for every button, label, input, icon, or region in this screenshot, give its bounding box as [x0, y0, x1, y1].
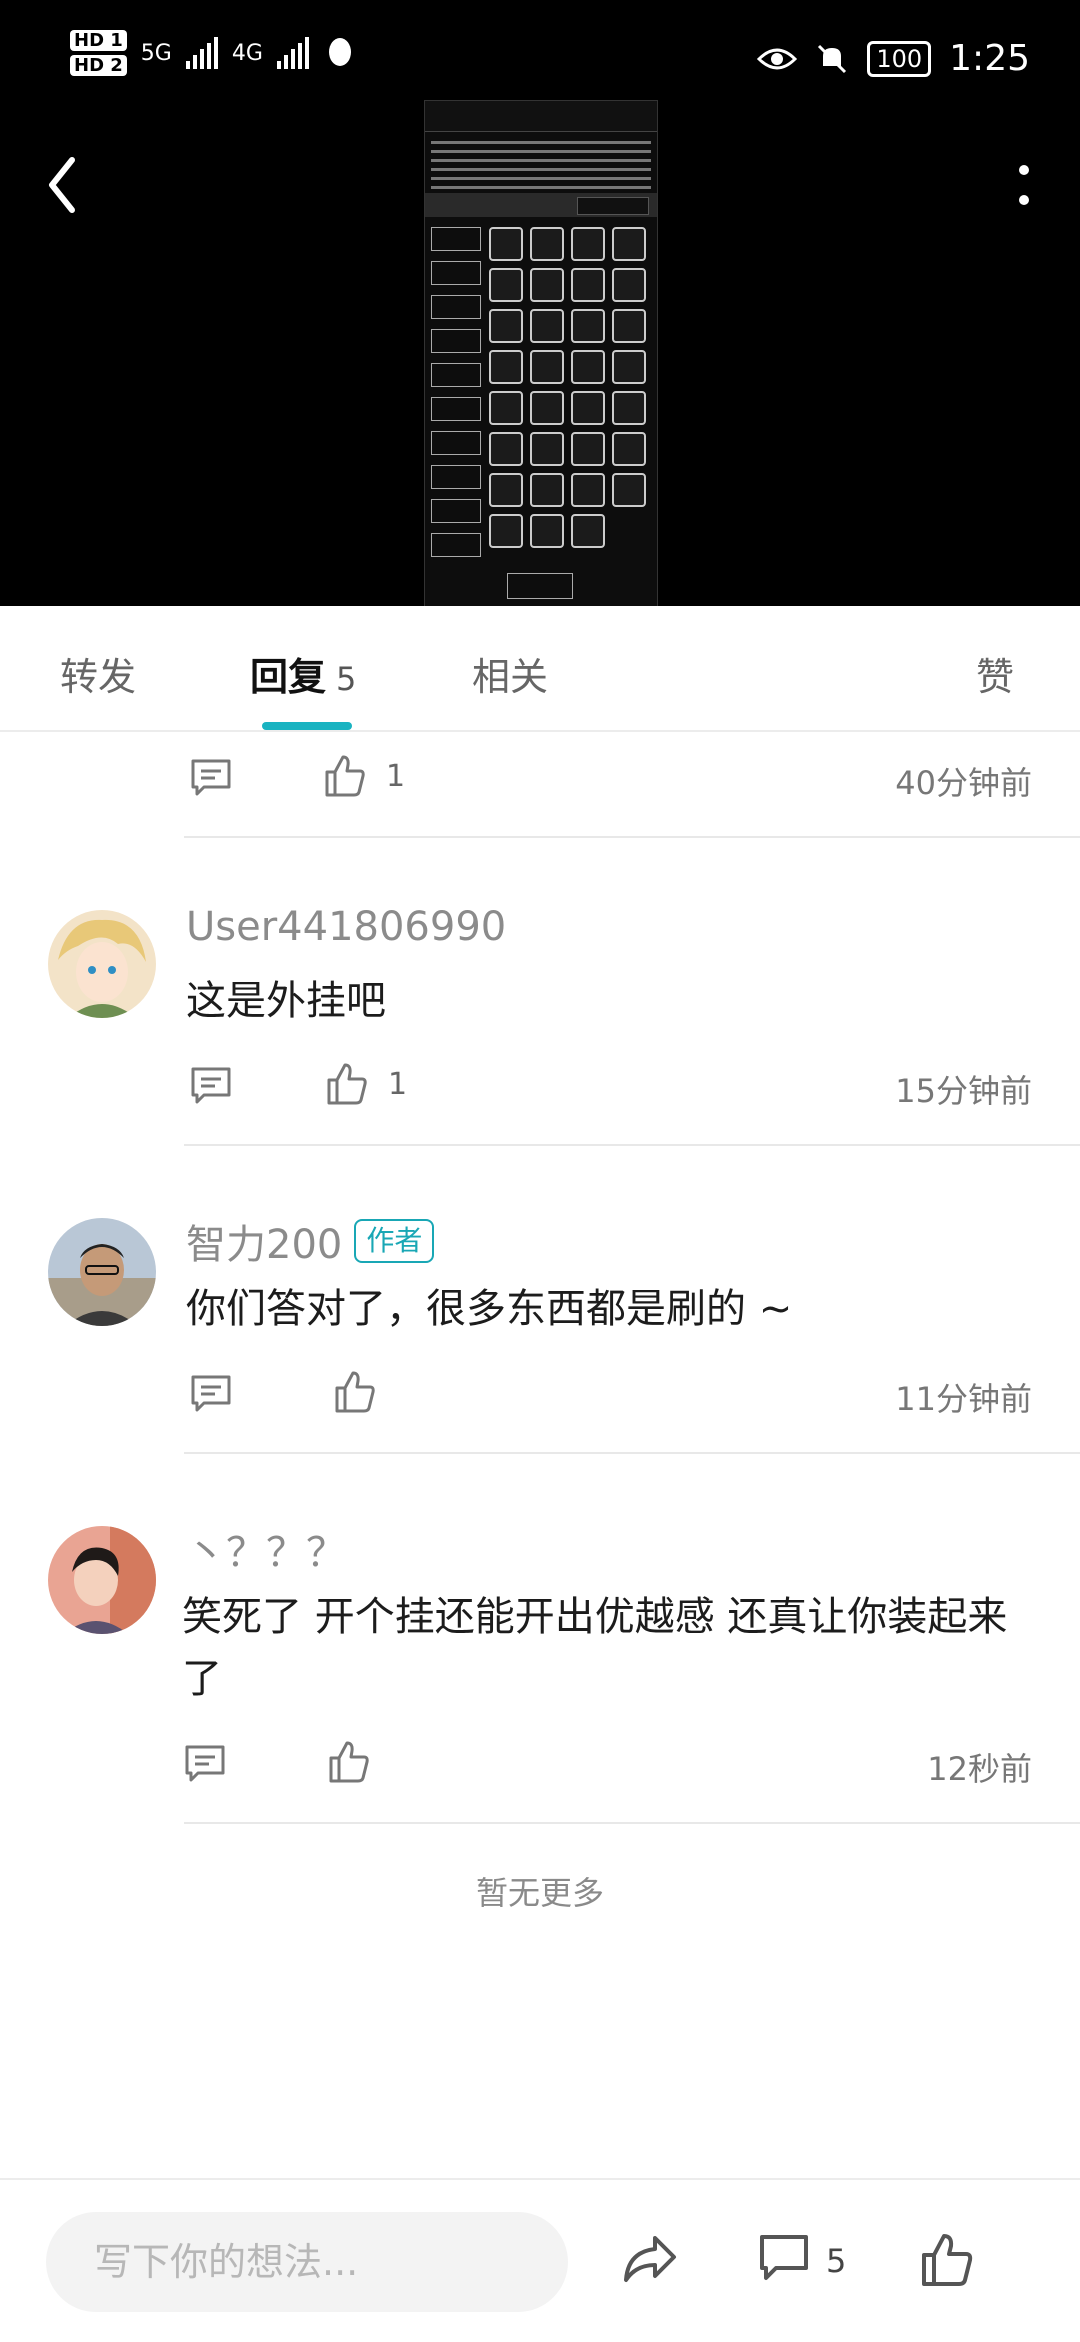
avatar[interactable]	[48, 1526, 156, 1634]
tab-replies-count: 5	[336, 660, 357, 698]
like-icon	[335, 1371, 375, 1413]
comment-input[interactable]: 写下你的想法...	[46, 2212, 568, 2312]
comment-item: 丶？？？ 笑死了 开个挂还能开出优越感 还真让你装起来了 12秒前	[0, 1456, 1080, 1826]
reply-button[interactable]	[190, 1374, 232, 1414]
eye-icon	[757, 48, 798, 69]
avatar[interactable]	[48, 1218, 156, 1326]
like-post-icon[interactable]	[920, 2232, 974, 2288]
comment-icon	[185, 1745, 225, 1782]
like-button[interactable]: 1	[324, 754, 405, 798]
comment-time: 40分钟前	[895, 764, 1032, 802]
tab-likes[interactable]: 赞	[976, 646, 1014, 701]
hd-indicator: HD 1 HD 2	[70, 30, 127, 76]
status-left: HD 1 HD 2 5G 4G	[70, 30, 357, 76]
tab-related-label: 相关	[472, 655, 549, 699]
comment-time: 12秒前	[927, 1750, 1032, 1788]
like-icon	[327, 1063, 367, 1105]
qq-icon	[328, 38, 351, 66]
hd-2: HD 2	[70, 55, 127, 76]
image-game-close-button	[507, 573, 573, 599]
tab-indicator	[262, 722, 352, 730]
like-button[interactable]	[328, 1740, 390, 1784]
comment-item: User441806990 这是外挂吧 1 15分钟前	[0, 840, 1080, 1148]
tab-replies[interactable]: 回复 5	[250, 646, 356, 701]
comment-icon	[191, 1067, 231, 1104]
comment-text: 你们答对了，很多东西都是刷的 ~	[186, 1286, 793, 1332]
username[interactable]: User441806990	[186, 904, 506, 950]
like-icon	[325, 755, 365, 797]
username-text: User441806990	[186, 904, 507, 950]
tab-related[interactable]: 相关	[472, 646, 548, 701]
mute-icon	[818, 44, 847, 73]
tab-forward[interactable]: 转发	[60, 646, 136, 701]
comments-icon[interactable]	[758, 2232, 810, 2286]
image-game-toolbar	[425, 193, 657, 217]
tab-bar: 转发 回复 5 相关 赞	[0, 606, 1080, 732]
image-game-header	[425, 101, 657, 132]
username[interactable]: 丶？？？	[186, 1520, 346, 1578]
share-icon[interactable]	[620, 2232, 680, 2286]
status-right: 100 1:25	[757, 38, 1030, 79]
signal-icon-2	[276, 37, 309, 69]
like-count: 1	[386, 758, 406, 794]
network-4g-label: 4G	[231, 40, 263, 66]
like-count: 1	[388, 1066, 408, 1102]
more-icon[interactable]	[1004, 150, 1044, 220]
divider	[184, 1452, 1080, 1454]
post-image[interactable]	[424, 100, 658, 608]
clock: 1:25	[949, 38, 1030, 79]
avatar[interactable]	[48, 910, 156, 1018]
hd-1: HD 1	[70, 30, 127, 51]
no-more-label: 暂无更多	[475, 1874, 604, 1912]
divider	[184, 836, 1080, 838]
reply-button[interactable]	[184, 1744, 226, 1784]
reply-button[interactable]	[190, 758, 232, 798]
like-button[interactable]: 1	[326, 1062, 407, 1106]
comments-count: 5	[826, 2242, 847, 2280]
username-text: 丶？？？	[186, 1530, 346, 1576]
network-5g-label: 5G	[140, 40, 172, 66]
username-text: 智力200	[186, 1222, 343, 1268]
username[interactable]: 智力200 作者	[186, 1212, 435, 1270]
comment-time: 15分钟前	[895, 1072, 1032, 1110]
divider	[184, 1822, 1080, 1824]
comment-time: 11分钟前	[895, 1380, 1032, 1418]
reply-button[interactable]	[190, 1066, 232, 1106]
like-icon	[329, 1741, 369, 1783]
comment-item: 智力200 作者 你们答对了，很多东西都是刷的 ~ 11分钟前	[0, 1148, 1080, 1456]
tab-forward-label: 转发	[60, 655, 137, 699]
media-area: HD 1 HD 2 5G 4G 100 1:25	[0, 0, 1080, 608]
tab-likes-label: 赞	[976, 655, 1015, 699]
signal-icon	[185, 37, 218, 69]
divider	[184, 1144, 1080, 1146]
like-button[interactable]	[334, 1370, 396, 1414]
image-game-categories	[431, 227, 481, 567]
comment-text: 笑死了 开个挂还能开出优越感 还真让你装起来了	[182, 1594, 1008, 1702]
battery-indicator: 100	[867, 40, 932, 77]
comment-icon	[191, 759, 231, 796]
author-badge: 作者	[354, 1219, 435, 1263]
comment-item: 1 40分钟前	[0, 732, 1080, 840]
bottom-bar: 写下你的想法... 5	[0, 2178, 1080, 2342]
tab-replies-label: 回复	[250, 655, 327, 699]
comment-text: 这是外挂吧	[186, 978, 386, 1024]
image-game-item-grid	[489, 227, 649, 548]
back-icon[interactable]	[38, 150, 88, 220]
image-game-log	[431, 135, 651, 195]
comment-icon	[191, 1375, 231, 1412]
